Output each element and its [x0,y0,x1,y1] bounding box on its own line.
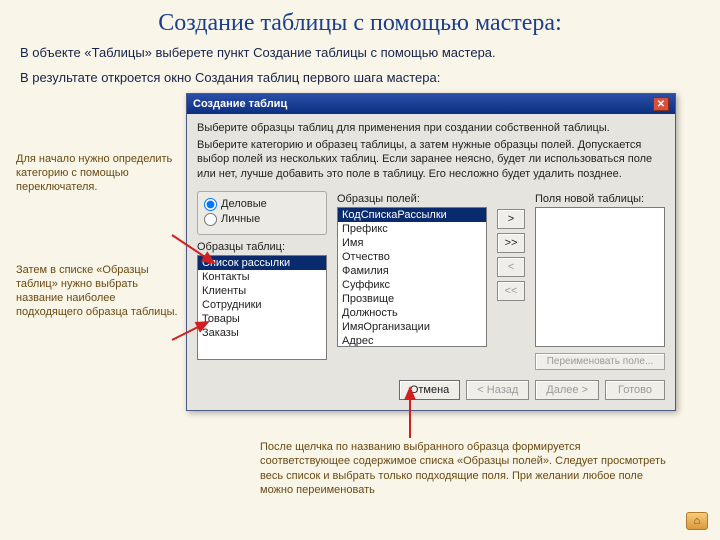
rename-field-button[interactable]: Переименовать поле... [535,353,665,370]
sample-tables-label: Образцы таблиц: [197,241,327,253]
category-group: Деловые Личные [197,191,327,235]
new-fields-listbox[interactable] [535,207,665,347]
list-item[interactable]: Суффикс [338,278,486,292]
radio-business-label: Деловые [221,198,267,210]
radio-business[interactable] [204,198,217,211]
list-item[interactable]: Сотрудники [198,298,326,312]
home-icon[interactable]: ⌂ [686,512,708,530]
back-button[interactable]: < Назад [466,380,529,400]
cancel-button[interactable]: Отмена [399,380,460,400]
sample-fields-listbox[interactable]: КодСпискаРассылки Префикс Имя Отчество Ф… [337,207,487,347]
annotation-sample-fields: После щелчка по названию выбранного обра… [260,440,670,497]
list-item[interactable]: Фамилия [338,264,486,278]
list-item[interactable]: ИмяОрганизации [338,320,486,334]
wizard-instruction-1: Выберите образцы таблиц для применения п… [197,122,665,134]
finish-button[interactable]: Готово [605,380,665,400]
annotation-sample-tables: Затем в списке «Образцы таблиц» нужно вы… [16,264,178,319]
intro-line-1: В объекте «Таблицы» выберете пункт Созда… [20,45,700,60]
slide-title: Создание таблицы с помощью мастера: [0,0,720,41]
remove-field-button[interactable]: < [497,257,525,277]
remove-all-fields-button[interactable]: << [497,281,525,301]
dialog-title: Создание таблиц [193,98,287,110]
radio-personal-label: Личные [221,213,260,225]
list-item[interactable]: Товары [198,312,326,326]
intro-line-2: В результате откроется окно Создания таб… [20,70,700,85]
annotation-category: Для начало нужно определить категорию с … [16,153,178,194]
sample-fields-label: Образцы полей: [337,193,487,205]
wizard-dialog: Создание таблиц ✕ Выберите образцы табли… [186,93,676,411]
list-item[interactable]: Клиенты [198,284,326,298]
dialog-titlebar[interactable]: Создание таблиц ✕ [187,94,675,114]
list-item[interactable]: Должность [338,306,486,320]
list-item[interactable]: Заказы [198,326,326,340]
list-item[interactable]: Список рассылки [198,256,326,270]
add-all-fields-button[interactable]: >> [497,233,525,253]
list-item[interactable]: Имя [338,236,486,250]
sample-tables-listbox[interactable]: Список рассылки Контакты Клиенты Сотрудн… [197,255,327,360]
next-button[interactable]: Далее > [535,380,599,400]
add-field-button[interactable]: > [497,209,525,229]
list-item[interactable]: Адрес [338,334,486,347]
list-item[interactable]: Отчество [338,250,486,264]
list-item[interactable]: Контакты [198,270,326,284]
wizard-instruction-2: Выберите категорию и образец таблицы, а … [197,138,665,181]
radio-personal[interactable] [204,213,217,226]
new-fields-label: Поля новой таблицы: [535,193,665,205]
list-item[interactable]: КодСпискаРассылки [338,208,486,222]
list-item[interactable]: Прозвище [338,292,486,306]
list-item[interactable]: Префикс [338,222,486,236]
close-icon[interactable]: ✕ [653,97,669,111]
